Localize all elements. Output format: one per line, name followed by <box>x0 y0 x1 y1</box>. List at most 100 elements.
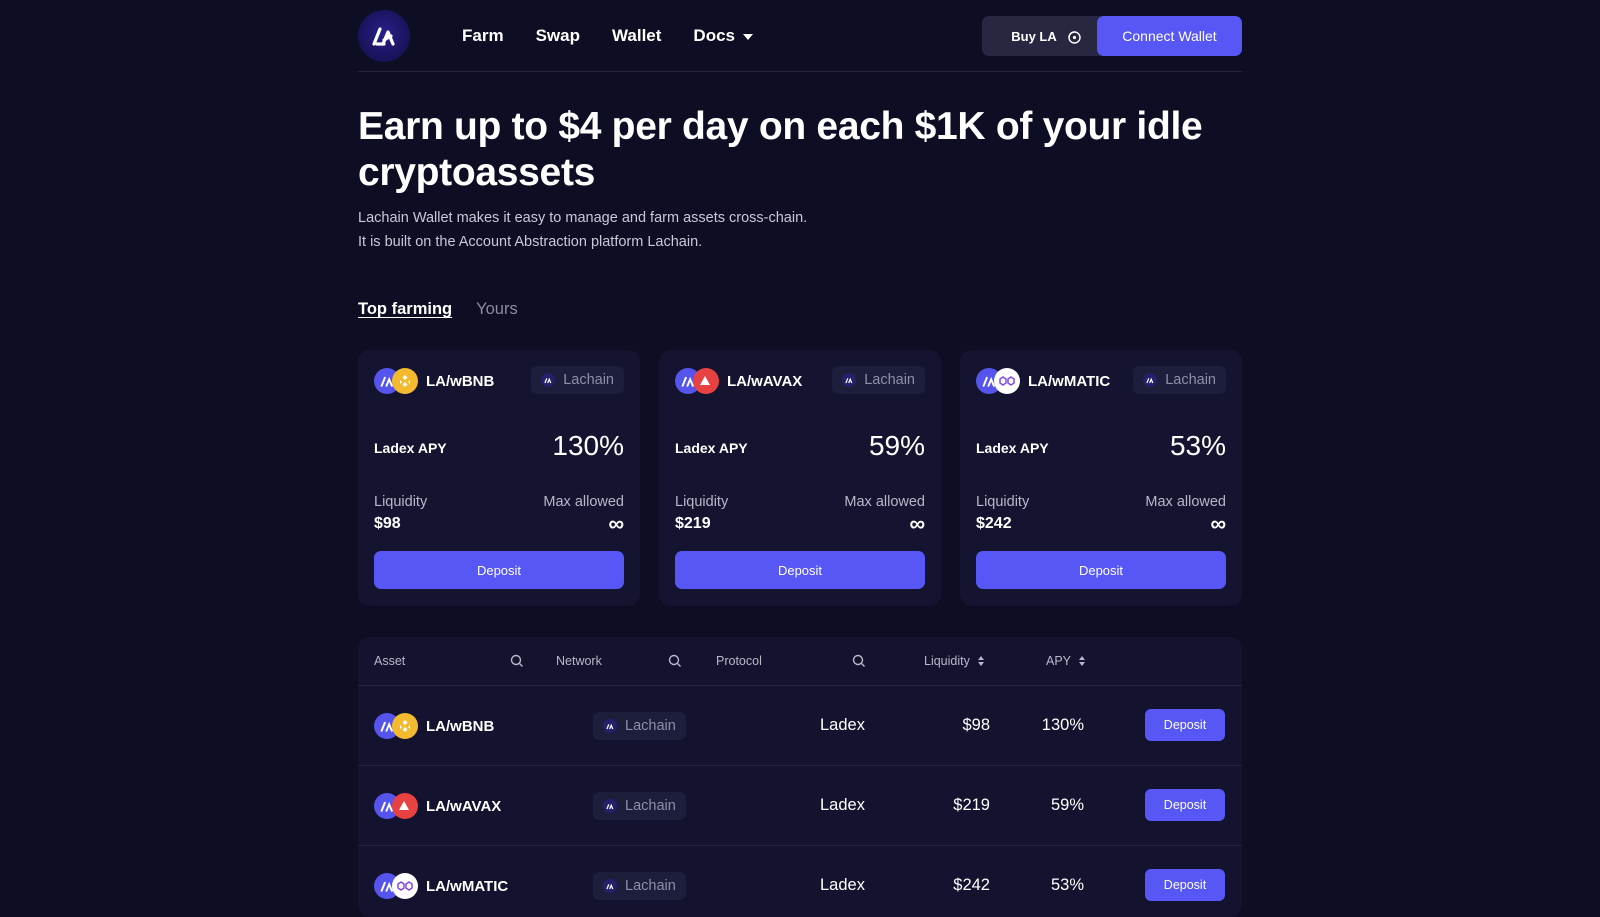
deposit-button[interactable]: Deposit <box>374 551 624 589</box>
pair-info: LA/wMATIC <box>374 873 508 899</box>
matic-token-icon <box>994 368 1020 394</box>
token-pair-icons <box>374 368 418 394</box>
liquidity-value: $219 <box>675 515 711 532</box>
farming-tabs: Top farming Yours <box>358 300 518 319</box>
hero-subtitle: Lachain Wallet makes it easy to manage a… <box>358 206 807 254</box>
apy-label: Ladex APY <box>976 440 1049 456</box>
nav-farm[interactable]: Farm <box>462 26 504 46</box>
pair-info: LA/wAVAX <box>675 368 802 394</box>
asset-name: LA/wAVAX <box>426 797 502 815</box>
protocol-cell: Ladex <box>820 876 865 894</box>
buy-la-label: Buy LA <box>1011 28 1057 44</box>
sort-icon <box>1079 656 1086 666</box>
liquidity-cell: $98 <box>962 716 990 734</box>
network-name: Lachain <box>625 718 676 734</box>
network-badge: Lachain <box>593 872 686 900</box>
liquidity-label: Liquidity <box>976 494 1030 510</box>
header-apy[interactable]: APY <box>1046 654 1086 668</box>
lachain-logo[interactable] <box>358 10 410 62</box>
hero-line-1: Lachain Wallet makes it easy to manage a… <box>358 210 808 226</box>
pair-info: LA/wBNB <box>374 713 494 739</box>
pair-name: LA/wBNB <box>426 372 495 390</box>
lachain-icon <box>541 373 556 387</box>
search-icon[interactable] <box>852 654 866 668</box>
header-liquidity[interactable]: Liquidity <box>924 654 984 668</box>
search-icon[interactable] <box>668 654 682 668</box>
liquidity-label: Liquidity <box>374 494 428 510</box>
network-name: Lachain <box>625 798 676 814</box>
table-row: LA/wMATIC Lachain Ladex $242 53% Deposit <box>358 846 1242 917</box>
token-pair-icons <box>976 368 1020 394</box>
tab-top-farming[interactable]: Top farming <box>358 300 452 319</box>
max-allowed-label: Max allowed <box>543 494 624 510</box>
farms-table: Asset Network Protocol Liquidity APY LA/… <box>358 637 1242 917</box>
bnb-token-icon <box>392 713 418 739</box>
token-pair-icons <box>675 368 719 394</box>
nav-swap[interactable]: Swap <box>536 26 580 46</box>
apy-cell: 59% <box>1050 796 1084 814</box>
nav-docs-label: Docs <box>693 26 735 45</box>
pair-info: LA/wMATIC <box>976 368 1110 394</box>
max-allowed-label: Max allowed <box>844 494 925 510</box>
buy-la-button[interactable]: Buy LA <box>982 16 1110 56</box>
matic-token-icon <box>392 873 418 899</box>
nav-wallet[interactable]: Wallet <box>612 26 661 46</box>
network-badge: Lachain <box>593 712 686 740</box>
apy-value: 59% <box>868 430 925 461</box>
farm-card: LA/wMATIC Lachain Ladex APY 53% Liquidit… <box>960 350 1242 606</box>
header-network: Network <box>556 654 602 668</box>
protocol-cell: Ladex <box>820 796 865 814</box>
pair-info: LA/wAVAX <box>374 793 501 819</box>
apy-value: 53% <box>1169 430 1226 461</box>
tab-yours[interactable]: Yours <box>476 300 518 319</box>
lachain-icon <box>603 719 617 733</box>
deposit-button[interactable]: Deposit <box>1145 709 1225 741</box>
network-name: Lachain <box>625 878 676 894</box>
pair-name: LA/wMATIC <box>1028 372 1111 390</box>
deposit-button[interactable]: Deposit <box>1145 789 1225 821</box>
apy-label: Ladex APY <box>374 440 447 456</box>
hero-title: Earn up to $4 per day on each $1K of you… <box>358 105 1203 194</box>
bnb-token-icon <box>392 368 418 394</box>
lachain-icon <box>1143 373 1158 387</box>
table-row: LA/wBNB Lachain Ladex $98 130% Deposit <box>358 686 1242 766</box>
network-badge: Lachain <box>531 366 624 394</box>
deposit-button[interactable]: Deposit <box>1145 869 1225 901</box>
pair-name: LA/wAVAX <box>727 372 803 390</box>
token-pair-icons <box>374 713 418 739</box>
header-liquidity-label: Liquidity <box>924 654 970 668</box>
top-farming-cards: LA/wBNB Lachain Ladex APY 130% Liquidity… <box>358 350 1242 606</box>
coins-icon <box>1068 31 1081 44</box>
token-pair-icons <box>374 873 418 899</box>
nav-links: Farm Swap Wallet Docs <box>462 26 785 46</box>
pair-info: LA/wBNB <box>374 368 494 394</box>
liquidity-value: $98 <box>374 515 401 532</box>
apy-cell: 53% <box>1050 876 1084 894</box>
deposit-button[interactable]: Deposit <box>675 551 925 589</box>
sort-icon <box>977 656 984 666</box>
apy-cell: 130% <box>1041 716 1084 734</box>
asset-name: LA/wMATIC <box>426 877 509 895</box>
top-nav: Farm Swap Wallet Docs Buy LA Connect Wal… <box>358 0 1242 72</box>
page: Farm Swap Wallet Docs Buy LA Connect Wal… <box>358 0 1242 917</box>
connect-wallet-button[interactable]: Connect Wallet <box>1097 16 1242 56</box>
network-badge: Lachain <box>593 792 686 820</box>
deposit-button[interactable]: Deposit <box>976 551 1226 589</box>
liquidity-value: $242 <box>976 515 1012 532</box>
search-icon[interactable] <box>510 654 524 668</box>
liquidity-label: Liquidity <box>675 494 729 510</box>
table-row: LA/wAVAX Lachain Ladex $219 59% Deposit <box>358 766 1242 846</box>
max-allowed-value: ∞ <box>1210 511 1226 536</box>
lachain-icon <box>603 799 617 813</box>
liquidity-cell: $242 <box>953 876 990 894</box>
network-badge: Lachain <box>832 366 925 394</box>
apy-value: 130% <box>552 430 624 461</box>
asset-name: LA/wBNB <box>426 717 495 735</box>
table-header: Asset Network Protocol Liquidity APY <box>358 637 1242 686</box>
max-allowed-value: ∞ <box>608 511 624 536</box>
nav-docs[interactable]: Docs <box>693 26 753 46</box>
avax-token-icon <box>693 368 719 394</box>
network-name: Lachain <box>1165 372 1216 388</box>
header-asset: Asset <box>374 654 406 668</box>
network-name: Lachain <box>864 372 915 388</box>
